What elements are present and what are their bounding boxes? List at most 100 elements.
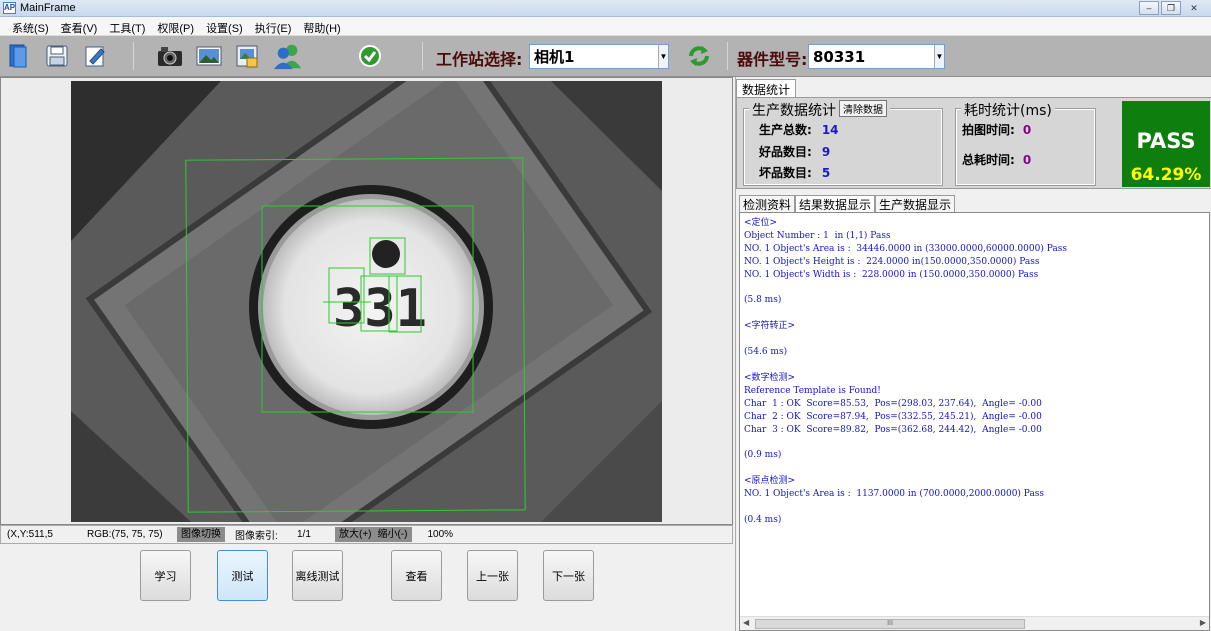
menu-permission[interactable]: 权限(P) — [151, 17, 200, 35]
pass-indicator: PASS 64.29% — [1122, 101, 1210, 187]
menu-view[interactable]: 查看(V) — [55, 17, 104, 35]
log-line: NO. 1 Object's Width is : 228.0000 in (1… — [744, 269, 1039, 280]
pass-rate: 64.29% — [1130, 165, 1202, 185]
image-save-icon[interactable] — [232, 41, 262, 71]
total-count-row: 生产总数: 14 — [759, 123, 839, 137]
learn-button[interactable]: 学习 — [140, 550, 191, 601]
scroll-left-icon[interactable]: ◀ — [743, 618, 749, 627]
zoom-in-button[interactable]: 放大(+) — [335, 527, 374, 542]
horizontal-scrollbar[interactable]: ◀ III ▶ — [740, 616, 1209, 630]
station-select[interactable]: 相机1 ▼ — [529, 44, 669, 69]
total-count-value: 14 — [821, 123, 839, 137]
part-select[interactable]: 80331 ▼ — [808, 44, 945, 69]
rgb-readout: RGB:(75, 75, 75) — [87, 529, 163, 540]
stats-tabstrip: 数据统计 — [736, 79, 797, 97]
log-line: NO. 1 Object's Height is : 224.0000 in(1… — [744, 256, 1040, 267]
total-time-value: 0 — [1022, 153, 1032, 167]
chevron-down-icon[interactable]: ▼ — [658, 45, 668, 68]
minimize-button[interactable]: – — [1139, 1, 1159, 15]
log-line: (5.8 ms) — [744, 295, 782, 306]
total-time-row: 总耗时间: 0 — [962, 153, 1032, 167]
menu-tools[interactable]: 工具(T) — [103, 17, 151, 35]
log-line: NO. 1 Object's Area is : 1137.0000 in (7… — [744, 489, 1045, 500]
app-icon: AP — [3, 2, 16, 14]
result-status: PASS — [1136, 129, 1196, 153]
image-digits: 331 — [333, 279, 427, 339]
log-line: <字符转正> — [744, 321, 796, 332]
offline-test-button[interactable]: 离线测试 — [292, 550, 343, 601]
edit-icon[interactable] — [80, 41, 110, 71]
log-line: Reference Template is Found! — [744, 385, 881, 396]
action-buttons: 学习 测试 离线测试 查看 上一张 下一张 — [0, 544, 733, 631]
tab-production-data[interactable]: 生产数据显示 — [875, 195, 956, 212]
shot-time-value: 0 — [1022, 123, 1032, 137]
refresh-icon[interactable] — [684, 41, 714, 71]
log-line: Char 1 : OK Score=85.53, Pos=(298.03, 23… — [744, 398, 1042, 409]
chevron-down-icon[interactable]: ▼ — [934, 45, 944, 68]
camera-image[interactable]: 331 — [71, 81, 662, 522]
window-controls: – ❐ ✕ — [1139, 1, 1205, 15]
window-title: MainFrame — [20, 2, 76, 14]
toolbar: 工作站选择: 相机1 ▼ 器件型号: 80331 ▼ — [0, 36, 1211, 77]
bad-count-value: 5 — [821, 166, 831, 180]
coords-readout: (X,Y:511,5 — [7, 529, 53, 540]
image-icon[interactable] — [194, 41, 224, 71]
check-ok-icon[interactable] — [355, 41, 385, 71]
bad-count-row: 坏品数目: 5 — [759, 166, 831, 180]
tab-result-data[interactable]: 结果数据显示 — [795, 195, 876, 212]
toolbar-separator — [727, 42, 728, 70]
log-line: Char 3 : OK Score=89.82, Pos=(362.68, 24… — [744, 424, 1042, 435]
open-book-icon[interactable] — [4, 41, 34, 71]
tab-data-statistics[interactable]: 数据统计 — [736, 79, 797, 97]
clear-data-button[interactable]: 清除数据 — [839, 100, 887, 117]
image-status-bar: (X,Y:511,5 RGB:(75, 75, 75) 图像切换 图像索引: 1… — [0, 525, 733, 544]
menu-help[interactable]: 帮助(H) — [297, 17, 346, 35]
log-line: (54.6 ms) — [744, 347, 788, 358]
image-index-label: 图像索引: — [235, 531, 278, 542]
log-line: NO. 1 Object's Area is : 34446.0000 in (… — [744, 243, 1067, 254]
menu-execute[interactable]: 执行(E) — [249, 17, 298, 35]
zoom-value: 100% — [427, 529, 454, 540]
good-count-value: 9 — [821, 145, 831, 159]
result-log[interactable]: <定位> Object Number : 1 in (1,1) Pass NO. 1… — [739, 212, 1210, 631]
scroll-right-icon[interactable]: ▶ — [1200, 618, 1206, 627]
log-line: Object Number : 1 in (1,1) Pass — [744, 230, 891, 241]
result-tabstrip: 检测资料 结果数据显示 生产数据显示 — [739, 195, 956, 212]
log-line: <定位> — [744, 218, 778, 228]
result-log-lines: <定位> Object Number : 1 in (1,1) Pass NO. 1… — [744, 217, 1067, 527]
save-icon[interactable] — [42, 41, 72, 71]
image-switch-button[interactable]: 图像切换 — [177, 527, 225, 542]
shot-time-row: 拍图时间: 0 — [962, 123, 1032, 137]
part-label: 器件型号: — [737, 50, 808, 69]
menu-system[interactable]: 系统(S) — [6, 17, 55, 35]
camera-icon[interactable] — [155, 41, 185, 71]
close-button[interactable]: ✕ — [1183, 1, 1205, 15]
toolbar-separator — [422, 42, 423, 70]
production-stats-title: 生产数据统计 清除数据 — [749, 100, 890, 120]
next-image-button[interactable]: 下一张 — [543, 550, 594, 601]
log-line: (0.9 ms) — [744, 450, 782, 461]
tab-inspection-info[interactable]: 检测资料 — [739, 195, 796, 212]
scroll-thumb[interactable]: III — [755, 619, 1025, 629]
users-icon[interactable] — [273, 41, 303, 71]
prev-image-button[interactable]: 上一张 — [467, 550, 518, 601]
view-button[interactable]: 查看 — [391, 550, 442, 601]
log-line: Char 2 : OK Score=87.94, Pos=(332.55, 24… — [744, 411, 1042, 422]
station-label: 工作站选择: — [436, 50, 523, 69]
test-button[interactable]: 测试 — [217, 550, 268, 601]
stats-box: 生产数据统计 清除数据 生产总数: 14 好品数目: 9 坏品数目: 5 耗时统计(ms… — [736, 97, 1211, 189]
log-line: <原点检测> — [744, 476, 796, 487]
toolbar-separator — [133, 42, 134, 70]
title-bar: AP MainFrame – ❐ ✕ — [0, 0, 1211, 17]
maximize-button[interactable]: ❐ — [1161, 1, 1181, 15]
zoom-out-button[interactable]: 缩小(-) — [373, 527, 412, 542]
menu-settings[interactable]: 设置(S) — [200, 17, 249, 35]
statistics-panel: 数据统计 生产数据统计 清除数据 生产总数: 14 好品数目: 9 坏品数目: 5 耗时… — [735, 77, 1211, 631]
image-index-value: 1/1 — [297, 529, 311, 540]
